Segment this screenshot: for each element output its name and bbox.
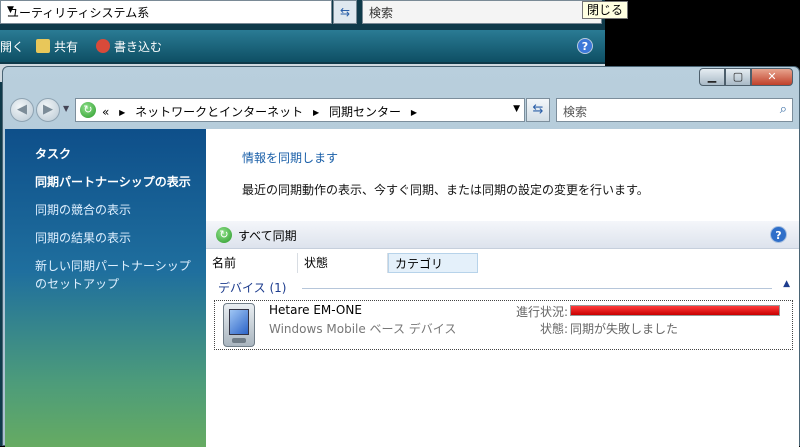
background-address-bar[interactable]: ユーティリティシステム系 ▼ xyxy=(0,0,332,24)
search-placeholder: 検索 xyxy=(563,105,588,119)
sync-info-link[interactable]: 情報を同期します xyxy=(242,149,338,166)
burn-icon xyxy=(96,39,110,53)
breadcrumb: « ▶ ネットワークとインターネット ▶ 同期センター ▶ xyxy=(102,103,423,120)
content-pane: 情報を同期します 最近の同期動作の表示、今すぐ同期、または同期の設定の変更を行い… xyxy=(206,129,799,447)
device-screen xyxy=(229,309,249,335)
task-pane: タスク 同期パートナーシップの表示 同期の競合の表示 同期の結果の表示 新しい同… xyxy=(5,129,206,447)
sidebar-item-view-partnerships[interactable]: 同期パートナーシップの表示 xyxy=(35,173,191,191)
sync-all-button[interactable]: すべて同期 xyxy=(238,227,297,244)
sync-icon[interactable]: ↻ xyxy=(216,227,232,243)
search-icon[interactable]: ⌕ xyxy=(780,102,787,117)
background-search-placeholder: 検索 xyxy=(369,6,394,20)
refresh-icon[interactable]: ⇆ xyxy=(333,0,357,24)
background-toolbar: 開く 共有 書き込む xyxy=(0,30,605,62)
device-type: Windows Mobile ベース デバイス xyxy=(269,322,457,336)
help-icon[interactable]: ? xyxy=(577,38,593,54)
chevron-right-icon[interactable]: ▶ xyxy=(313,108,319,117)
status-label: 状態: xyxy=(539,322,568,336)
list-item[interactable]: Hetare EM-ONE Windows Mobile ベース デバイス 進行… xyxy=(214,300,793,350)
caption-buttons: ▁ ▢ ✕ xyxy=(699,68,793,86)
sync-center-icon: ↻ xyxy=(80,102,96,118)
close-tooltip: 閉じる xyxy=(582,1,629,19)
progress-label: 進行状況: xyxy=(515,305,568,319)
sidebar-item-setup-partnership[interactable]: 新しい同期パートナーシップ のセットアップ xyxy=(35,257,191,293)
chevron-down-icon[interactable]: ▼ xyxy=(513,104,520,114)
share-button[interactable]: 共有 xyxy=(36,38,78,55)
device-buttons xyxy=(232,338,246,343)
address-bar[interactable]: ↻ « ▶ ネットワークとインターネット ▶ 同期センター ▶ ▼ xyxy=(75,98,525,122)
maximize-button[interactable]: ▢ xyxy=(725,68,751,86)
chevron-right-icon[interactable]: ▶ xyxy=(119,108,125,117)
open-label: 開く xyxy=(0,40,25,54)
refresh-icon[interactable]: ⇆ xyxy=(526,98,550,122)
sidebar-item-label: 新しい同期パートナーシップ xyxy=(35,259,191,273)
back-button[interactable]: ◀ xyxy=(10,98,34,122)
open-button[interactable]: 開く xyxy=(0,38,24,55)
breadcrumb-overflow[interactable]: « xyxy=(102,105,109,119)
chevron-down-icon[interactable]: ▼ xyxy=(7,5,327,15)
sidebar-item-view-results[interactable]: 同期の結果の表示 xyxy=(35,229,131,247)
sync-progress-bar xyxy=(570,305,780,316)
pda-device-icon xyxy=(223,303,255,347)
close-button[interactable]: ✕ xyxy=(751,68,793,86)
progress-fill xyxy=(571,306,779,315)
page-description: 最近の同期動作の表示、今すぐ同期、または同期の設定の変更を行います。 xyxy=(242,183,649,197)
group-divider xyxy=(302,288,772,289)
breadcrumb-sync-center[interactable]: 同期センター xyxy=(329,105,401,119)
burn-label: 書き込む xyxy=(114,40,163,54)
status-value: 同期が失敗しました xyxy=(570,322,679,336)
sync-center-window: ▁ ▢ ✕ ◀ ▶ ▼ ↻ « ▶ ネットワークとインターネット ▶ 同期センタ… xyxy=(2,66,800,447)
group-label: デバイス (1) xyxy=(218,279,293,296)
recent-pages-chevron-icon[interactable]: ▼ xyxy=(63,104,69,113)
help-icon[interactable]: ? xyxy=(770,226,787,243)
search-input[interactable]: 検索 ⌕ xyxy=(556,98,793,122)
device-name: Hetare EM-ONE xyxy=(269,303,362,317)
minimize-button[interactable]: ▁ xyxy=(699,68,725,86)
column-header-category[interactable]: カテゴリ xyxy=(388,253,478,273)
group-header-devices[interactable]: デバイス (1) ▲ xyxy=(218,279,794,297)
sidebar-item-view-conflicts[interactable]: 同期の競合の表示 xyxy=(35,201,131,219)
task-pane-heading: タスク xyxy=(35,147,72,161)
share-label: 共有 xyxy=(54,40,79,54)
chevron-up-icon[interactable]: ▲ xyxy=(783,279,790,289)
column-header-name[interactable]: 名前 xyxy=(206,253,298,273)
share-icon xyxy=(36,39,50,53)
chevron-right-icon[interactable]: ▶ xyxy=(411,108,417,117)
sidebar-item-label: のセットアップ xyxy=(35,277,120,291)
burn-button[interactable]: 書き込む xyxy=(96,38,162,55)
background-search-input[interactable]: 検索 xyxy=(362,0,602,24)
command-bar: ↻ すべて同期 ? xyxy=(206,221,799,249)
column-header-status[interactable]: 状態 xyxy=(298,253,388,273)
forward-button[interactable]: ▶ xyxy=(36,98,60,122)
breadcrumb-network[interactable]: ネットワークとインターネット xyxy=(135,105,303,119)
